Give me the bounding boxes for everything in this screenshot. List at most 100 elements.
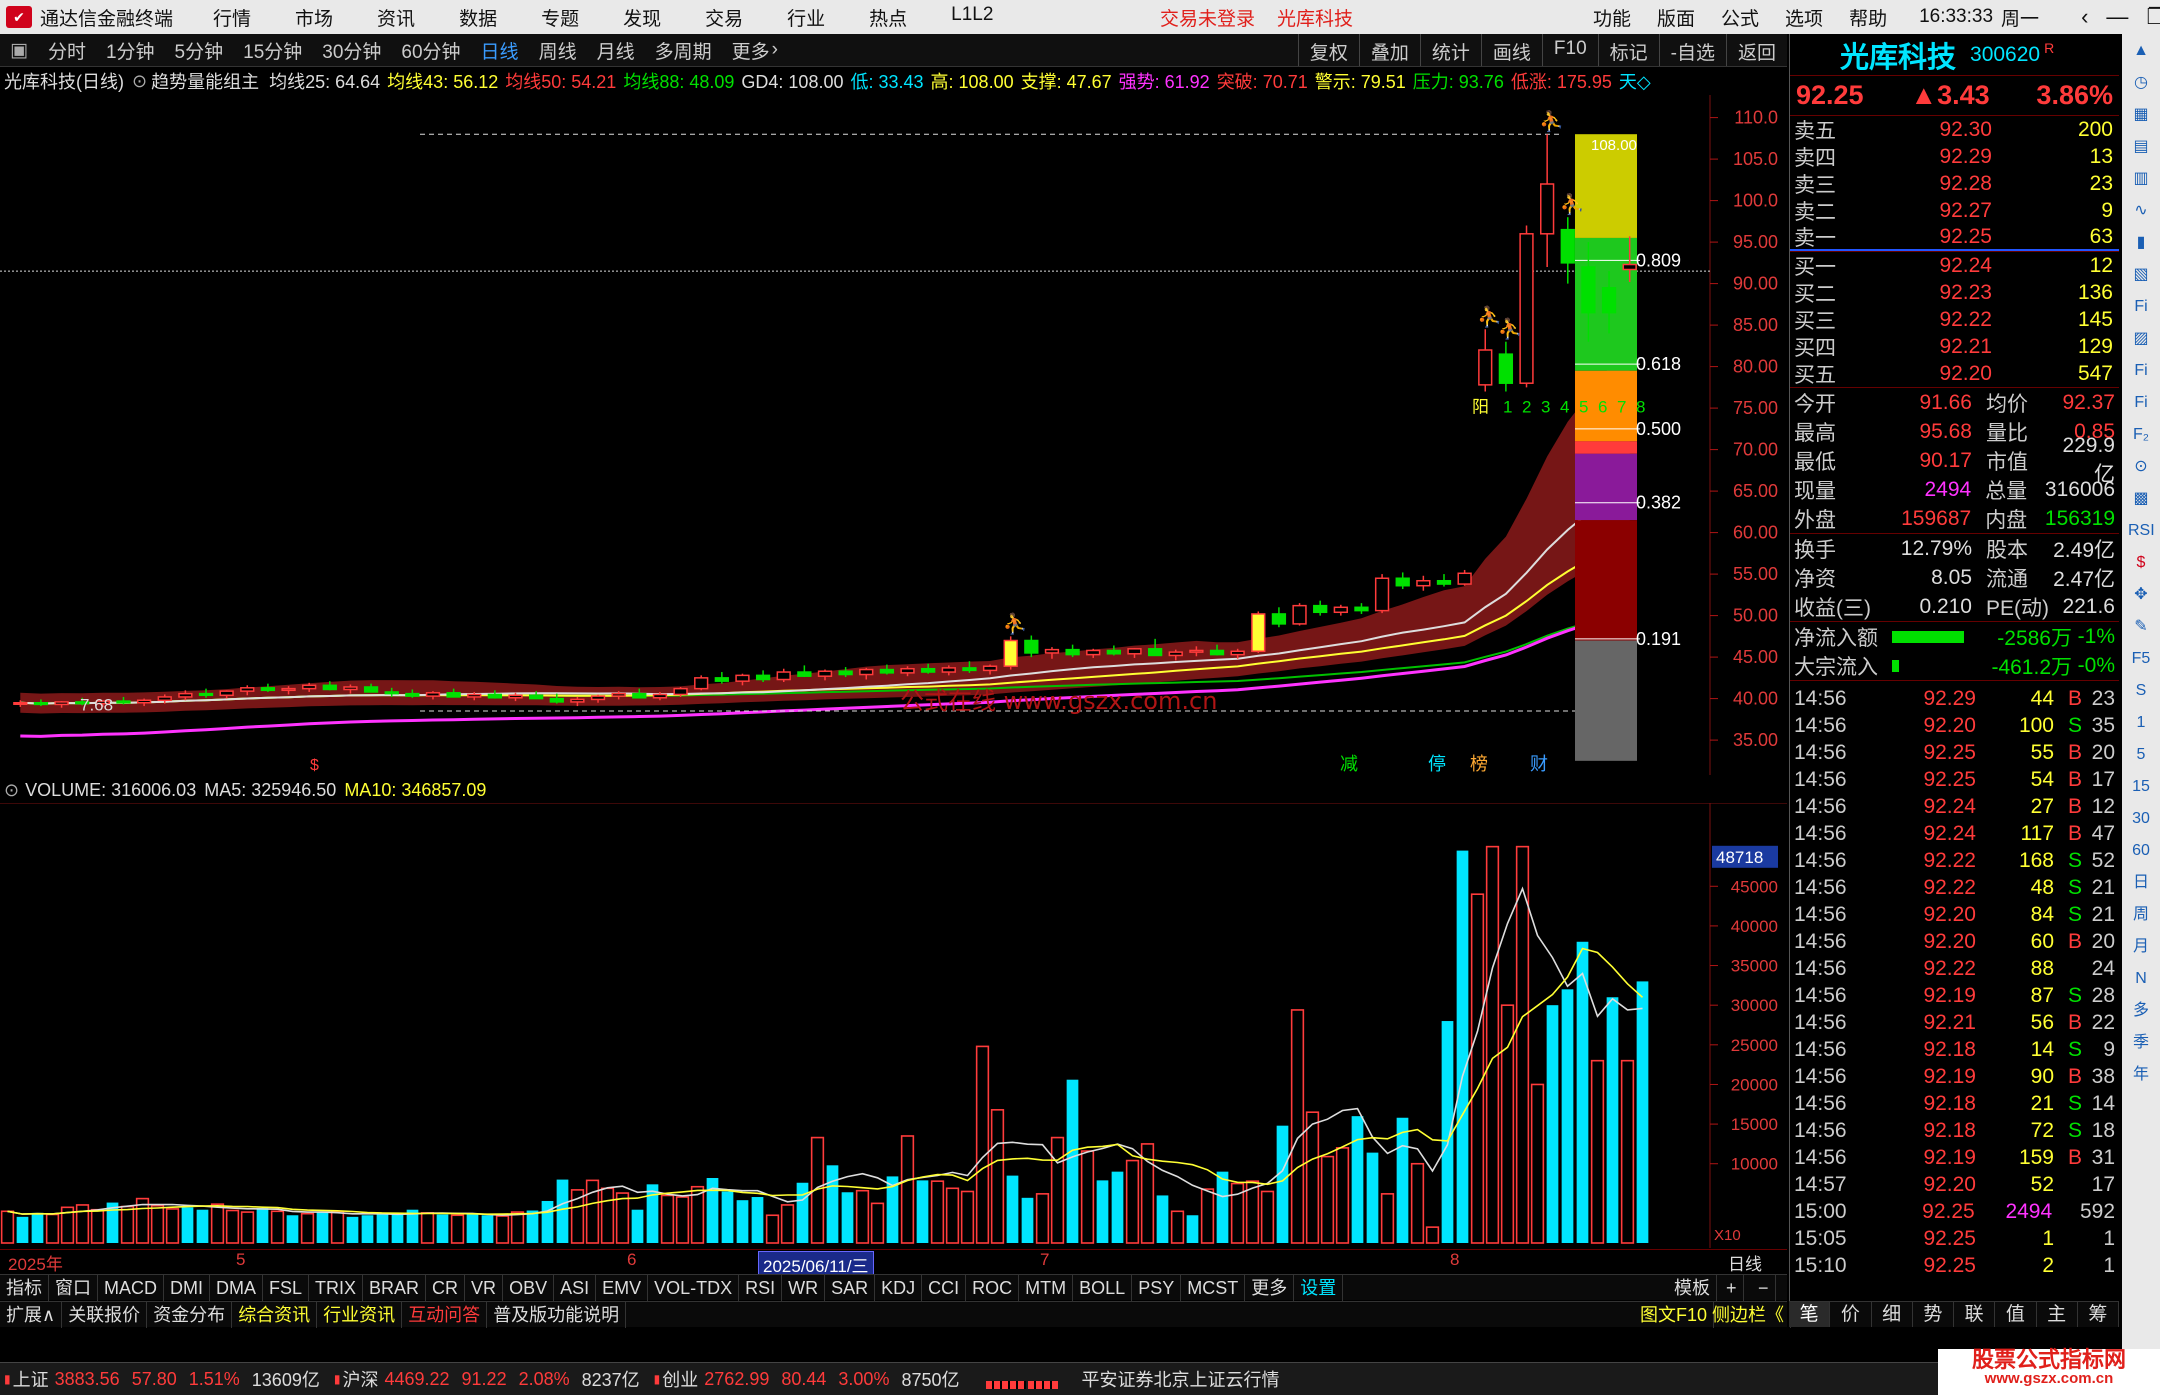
event-marker[interactable]: 财 (1530, 754, 1548, 775)
tick-row[interactable]: 14:56 92.21 56 B 22 (1790, 1009, 2119, 1036)
tick-row[interactable]: 14:56 92.29 44 B 23 (1790, 685, 2119, 712)
tick-row[interactable]: 14:56 92.24 27 B 12 (1790, 793, 2119, 820)
sidebar-tool-icon[interactable]: ▧ (2128, 262, 2154, 288)
quote-tab[interactable]: 势 (1913, 1302, 1954, 1327)
menu-item[interactable]: 行情 (213, 4, 251, 31)
sidebar-tool-icon[interactable]: 15 (2128, 774, 2154, 800)
draw-button[interactable]: 画线 (1480, 34, 1542, 66)
sidebar-tool-icon[interactable]: Fi (2128, 294, 2154, 320)
tab-qa[interactable]: 互动问答 (402, 1301, 488, 1328)
menu-item[interactable]: 资讯 (377, 4, 415, 31)
add-window-button[interactable]: + (1720, 1275, 1744, 1301)
tick-row[interactable]: 14:56 92.25 54 B 17 (1790, 766, 2119, 793)
tick-row[interactable]: 14:56 92.18 14 S 9 (1790, 1036, 2119, 1063)
tab-vol-tdx[interactable]: VOL-TDX (648, 1274, 740, 1301)
mark-button[interactable]: 标记 (1597, 34, 1659, 66)
period-tab[interactable]: 15分钟 (233, 37, 312, 64)
sidebar-tool-icon[interactable]: ▨ (2128, 326, 2154, 352)
sidebar-tool-icon[interactable]: F₂ (2128, 422, 2154, 448)
tick-row[interactable]: 14:56 92.20 60 B 20 (1790, 928, 2119, 955)
sidebar-tool-icon[interactable]: ∿ (2128, 198, 2154, 224)
tab-macd[interactable]: MACD (98, 1274, 164, 1301)
sidebar-tool-icon[interactable]: ◷ (2128, 70, 2154, 96)
restore-icon[interactable]: ❐ (2146, 4, 2160, 30)
tab-related-quotes[interactable]: 关联报价 (62, 1301, 148, 1328)
orderbook-row[interactable]: 卖二 92.27 9 (1790, 197, 2119, 224)
sidebar-tool-icon[interactable]: RSI (2128, 518, 2155, 544)
tab-emv[interactable]: EMV (596, 1274, 649, 1301)
tick-row[interactable]: 14:56 92.18 21 S 14 (1790, 1090, 2119, 1117)
tab-wr[interactable]: WR (782, 1274, 826, 1301)
quote-tab[interactable]: 值 (1995, 1302, 2037, 1327)
period-tab-active[interactable]: 日线 (471, 37, 529, 64)
quote-tab[interactable]: 细 (1872, 1302, 1913, 1327)
quote-tab[interactable]: 笔 (1789, 1302, 1831, 1327)
quote-tab[interactable]: 价 (1830, 1302, 1872, 1327)
stats-button[interactable]: 统计 (1419, 34, 1481, 66)
sidebar-tool-icon[interactable]: ▮ (2128, 230, 2154, 256)
volume-dropdown-icon[interactable]: ⊙ (4, 780, 19, 801)
period-tab[interactable]: 月线 (587, 37, 645, 64)
tab-boll[interactable]: BOLL (1073, 1274, 1133, 1301)
return-button[interactable]: 返回 (1725, 34, 1787, 66)
tab-cr[interactable]: CR (426, 1274, 466, 1301)
server-name[interactable]: 平安证券北京上证云行情 (1082, 1366, 1280, 1392)
sidebar-tool-icon[interactable]: ▤ (2128, 134, 2154, 160)
sidebar-tool-icon[interactable]: ▩ (2128, 486, 2154, 512)
sidebar-tool-icon[interactable]: ✥ (2128, 582, 2154, 608)
tick-row[interactable]: 14:56 92.19 87 S 28 (1790, 982, 2119, 1009)
tick-row[interactable]: 14:56 92.22 48 S 21 (1790, 874, 2119, 901)
event-marker[interactable]: 停 (1428, 754, 1446, 775)
period-tab[interactable]: 60分钟 (391, 37, 470, 64)
tick-row[interactable]: 14:56 92.18 72 S 18 (1790, 1117, 2119, 1144)
tab-settings[interactable]: 设置 (1294, 1274, 1344, 1301)
menu-item[interactable]: 数据 (459, 4, 497, 31)
period-tab[interactable]: 1分钟 (96, 37, 165, 64)
template-button[interactable]: 模板 (1668, 1275, 1717, 1301)
tab-industry-news[interactable]: 行业资讯 (317, 1301, 403, 1328)
minimize-icon[interactable]: — (2106, 4, 2128, 30)
back-icon[interactable]: ‹ (2081, 4, 2088, 30)
event-marker[interactable]: 减 (1340, 754, 1358, 775)
index-name[interactable]: 上证 (13, 1366, 49, 1392)
menu-item[interactable]: 发现 (623, 4, 661, 31)
sidebar-tool-icon[interactable]: ▥ (2128, 166, 2154, 192)
menu-item[interactable]: L1L2 (951, 4, 993, 31)
tab-trix[interactable]: TRIX (309, 1274, 364, 1301)
f10-button[interactable]: F10 (1541, 34, 1598, 66)
tab-indicator[interactable]: 指标 (0, 1274, 49, 1301)
tick-row[interactable]: 15:05 92.25 1 1 (1790, 1225, 2119, 1252)
tab-dma[interactable]: DMA (210, 1274, 263, 1301)
tab-kdj[interactable]: KDJ (875, 1274, 923, 1301)
orderbook-row[interactable]: 买二 92.23 136 (1790, 279, 2119, 306)
sidebar-tool-icon[interactable]: 多 (2128, 998, 2154, 1024)
volume-chart[interactable]: 45000 40000 35000 30000 25000 20000 15000 10000… (0, 802, 1787, 1248)
tick-row[interactable]: 14:56 92.19 90 B 38 (1790, 1063, 2119, 1090)
tick-list[interactable]: 14:56 92.29 44 B 23 14:56 92.20 100 S 35 14:56 92.2… (1790, 681, 2119, 1279)
tick-row[interactable]: 14:56 92.20 84 S 21 (1790, 901, 2119, 928)
sidebar-tool-icon[interactable]: ⊙ (2128, 454, 2154, 480)
sidebar-tool-icon[interactable]: Fi (2128, 390, 2154, 416)
quote-tab[interactable]: 联 (1954, 1302, 1996, 1327)
tick-row[interactable]: 14:56 92.25 55 B 20 (1790, 739, 2119, 766)
tab-cci[interactable]: CCI (922, 1274, 967, 1301)
orderbook-row[interactable]: 买四 92.21 129 (1790, 333, 2119, 360)
tab-obv[interactable]: OBV (503, 1274, 555, 1301)
tab-help[interactable]: 普及版功能说明 (487, 1301, 627, 1328)
formula-dropdown-icon[interactable]: ⊙ (132, 71, 147, 92)
tab-mtm[interactable]: MTM (1019, 1274, 1074, 1301)
menu-item-function[interactable]: 功能 (1593, 4, 1631, 31)
tab-fsl[interactable]: FSL (263, 1274, 310, 1301)
orderbook-row[interactable]: 买五 92.20 547 (1790, 360, 2119, 387)
tab-sar[interactable]: SAR (825, 1274, 876, 1301)
sidebar-tool-icon[interactable]: F5 (2128, 646, 2154, 672)
sidebar-tool-icon[interactable]: 月 (2128, 934, 2154, 960)
sidebar-tool-icon[interactable]: S (2128, 678, 2154, 704)
sidebar-tool-icon[interactable]: Fi (2128, 358, 2154, 384)
sidebar-tool-icon[interactable]: N (2128, 966, 2154, 992)
orderbook-row[interactable]: 买三 92.22 145 (1790, 306, 2119, 333)
menu-item[interactable]: 专题 (541, 4, 579, 31)
period-tab[interactable]: 分时 (38, 37, 96, 64)
tab-asi[interactable]: ASI (554, 1274, 597, 1301)
tick-row[interactable]: 14:56 92.19 159 B 31 (1790, 1144, 2119, 1171)
